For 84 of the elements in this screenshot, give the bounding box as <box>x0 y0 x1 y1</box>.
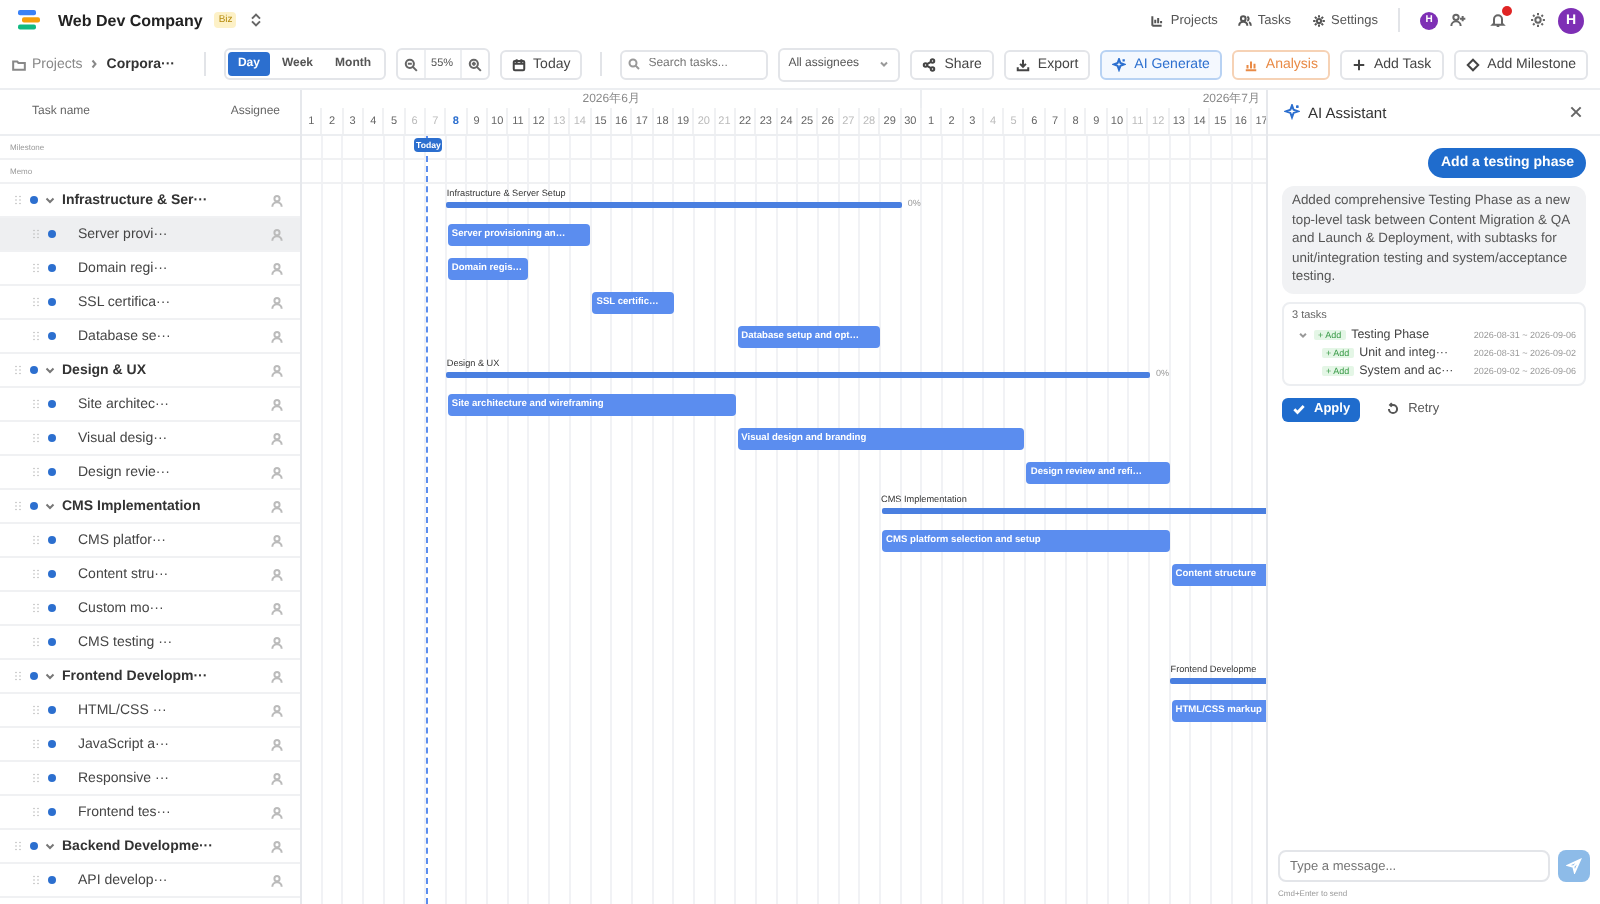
retry-icon <box>1386 402 1401 416</box>
chevron-down-icon <box>44 364 56 376</box>
assignee-icon <box>270 431 284 445</box>
theme-button[interactable] <box>1530 12 1546 28</box>
assignee-icon <box>270 873 284 887</box>
assignee-icon <box>270 771 284 785</box>
status-dot <box>48 774 56 782</box>
expand-toggle[interactable] <box>44 194 56 206</box>
assignee-icon <box>270 567 284 581</box>
logo-icon <box>16 8 40 32</box>
assignee-icon <box>270 805 284 819</box>
share-icon <box>922 57 937 71</box>
settings-icon <box>1311 13 1325 27</box>
assignee-icon <box>270 261 284 275</box>
sun-icon <box>1530 12 1546 28</box>
assignee-icon <box>270 227 284 241</box>
check-icon <box>1292 402 1306 416</box>
calendar-icon <box>511 57 526 71</box>
status-dot <box>30 502 38 510</box>
invite-button[interactable] <box>1450 12 1466 28</box>
bell-icon <box>1490 12 1506 28</box>
caret-icon <box>878 58 891 70</box>
summary-bar <box>1170 678 1266 684</box>
chevron-down-icon <box>44 500 56 512</box>
assignee-icon <box>270 839 284 853</box>
close-icon <box>1568 104 1584 120</box>
assignee-icon <box>270 329 284 343</box>
status-dot <box>30 842 38 850</box>
assignee-icon <box>270 295 284 309</box>
chevron-right-icon <box>88 58 101 70</box>
status-dot <box>48 740 56 748</box>
download-icon <box>1015 57 1030 71</box>
chevron-down-icon <box>44 670 56 682</box>
switch-company-button[interactable] <box>248 12 265 28</box>
user-add-icon <box>1450 12 1466 28</box>
diamond-icon <box>1465 57 1480 71</box>
assignee-icon <box>270 703 284 717</box>
status-dot <box>30 366 38 374</box>
status-dot <box>48 536 56 544</box>
folder-icon <box>12 57 26 71</box>
assignee-icon <box>270 737 284 751</box>
chevrons-icon <box>248 12 265 28</box>
assignee-icon <box>270 669 284 683</box>
sparkle-icon <box>1112 57 1127 71</box>
status-dot <box>48 638 56 646</box>
assignee-icon <box>270 397 284 411</box>
zoom-out-icon <box>403 57 418 71</box>
bar-chart-icon <box>1243 57 1258 71</box>
status-dot <box>48 230 56 238</box>
expand-toggle[interactable] <box>44 840 56 852</box>
zoom-in-icon <box>467 57 482 71</box>
assignee-icon <box>270 465 284 479</box>
notifications-button[interactable] <box>1490 12 1506 28</box>
status-dot <box>48 264 56 272</box>
status-dot <box>48 604 56 612</box>
status-dot <box>48 298 56 306</box>
chevron-down-icon <box>44 194 56 206</box>
status-dot <box>48 570 56 578</box>
status-dot <box>48 332 56 340</box>
expand-toggle[interactable] <box>44 500 56 512</box>
expand-toggle[interactable] <box>44 670 56 682</box>
status-dot <box>48 468 56 476</box>
expand-toggle[interactable] <box>44 364 56 376</box>
assignee-icon <box>270 363 284 377</box>
close-button[interactable] <box>1568 104 1584 120</box>
status-dot <box>48 400 56 408</box>
send-icon <box>1566 858 1582 874</box>
assignee-icon <box>270 499 284 513</box>
assignee-icon <box>270 635 284 649</box>
status-dot <box>48 706 56 714</box>
chevron-down-icon <box>44 840 56 852</box>
status-dot <box>48 876 56 884</box>
assignee-icon <box>270 193 284 207</box>
status-dot <box>48 808 56 816</box>
status-dot <box>48 434 56 442</box>
bar-chart-icon <box>1150 13 1165 27</box>
status-dot <box>30 196 38 204</box>
plus-icon <box>1351 57 1366 71</box>
sparkle-icon <box>1284 104 1300 120</box>
people-icon <box>1237 13 1252 27</box>
status-dot <box>30 672 38 680</box>
assignee-icon <box>270 601 284 615</box>
assignee-icon <box>270 533 284 547</box>
company-name: Web Dev Company <box>58 11 203 29</box>
